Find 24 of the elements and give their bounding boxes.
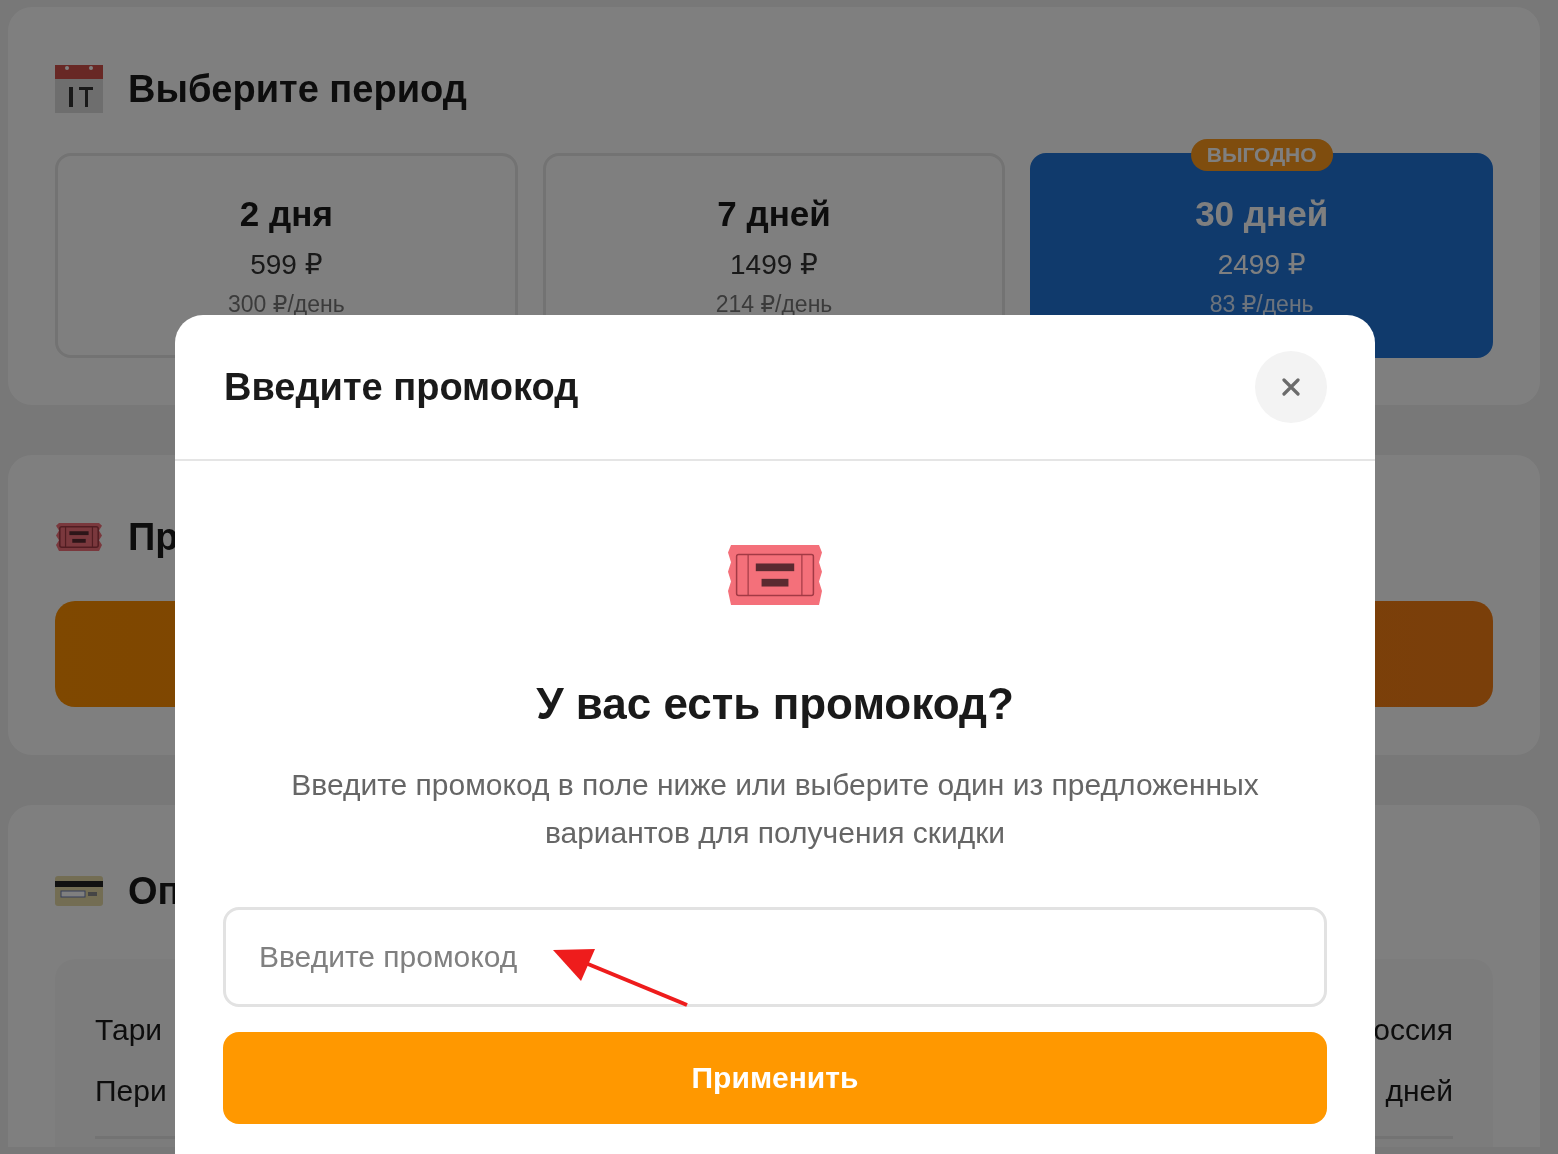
promo-code-field[interactable]: Введите промокод xyxy=(223,907,1327,1007)
plan-price: 2499 ₽ xyxy=(1217,248,1306,281)
plan-title: 30 дней xyxy=(1195,194,1329,234)
ticket-icon xyxy=(727,543,823,607)
section-title: Выберите период xyxy=(128,67,467,111)
dialog-description: Введите промокод в поле ниже или выберите один из предложенных вариантов для получения скидки xyxy=(290,767,1260,851)
plan-badge: ВЫГОДНО xyxy=(1190,139,1333,171)
plan-price: 599 ₽ xyxy=(250,248,323,281)
summary-label: Тари xyxy=(95,1012,163,1047)
close-icon xyxy=(1282,378,1300,396)
dialog-heading: У вас есть промокод? xyxy=(536,679,1014,729)
plan-daily-price: 300 ₽/день xyxy=(228,291,345,318)
calendar-icon xyxy=(55,65,103,113)
summary-value: оссия xyxy=(1373,1012,1453,1047)
plan-price: 1499 ₽ xyxy=(730,248,818,281)
plan-daily-price: 83 ₽/день xyxy=(1209,291,1314,318)
plan-title: 2 дня xyxy=(239,194,333,234)
plan-title: 7 дней xyxy=(717,194,831,234)
summary-value: дней xyxy=(1385,1073,1453,1108)
summary-label: Пери xyxy=(95,1073,167,1108)
dialog-title: Введите промокод xyxy=(224,365,579,409)
section-title: Пр xyxy=(128,515,179,559)
ticket-icon xyxy=(55,521,103,553)
plan-daily-price: 214 ₽/день xyxy=(715,291,833,318)
